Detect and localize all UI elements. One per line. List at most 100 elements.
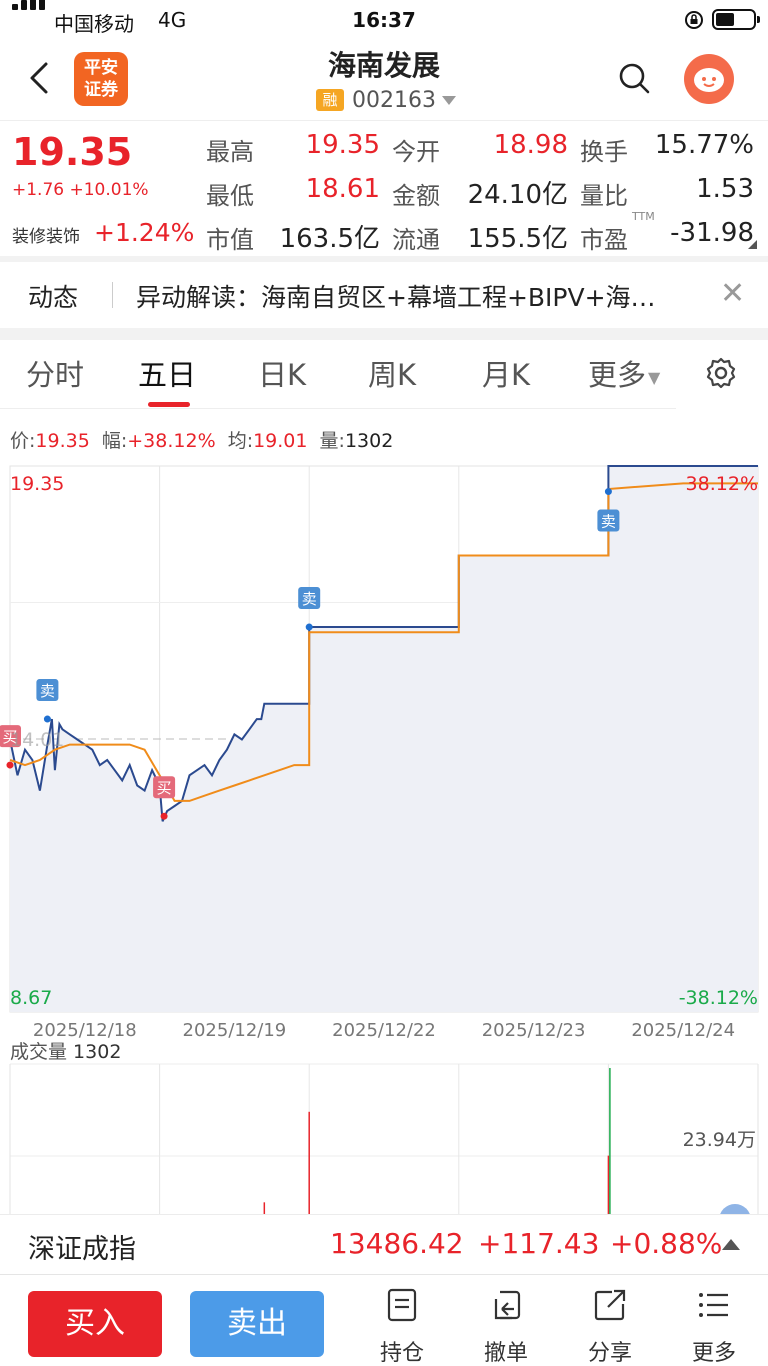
price-value: 19.35 (35, 430, 90, 452)
volume-value: 1302 (67, 1041, 121, 1063)
quote-value: 24.10亿 (467, 180, 568, 210)
chart-info-bar: 价:19.35 幅:+38.12% 均:19.01 量:1302 (10, 426, 393, 453)
tab-intraday[interactable]: 分时 (26, 352, 84, 394)
tab-daily-k[interactable]: 日K (258, 352, 306, 394)
quote-value: 18.98 (493, 130, 568, 160)
menu-icon (699, 1293, 728, 1317)
x-tick-label: 2025/12/22 (332, 1020, 436, 1041)
bottom-toolbar: 买入 卖出 持仓 撤单 分享 更多 (0, 1274, 768, 1366)
tab-more[interactable]: 更多 ▼ (588, 352, 660, 394)
share-button[interactable]: 分享 (570, 1287, 650, 1366)
sell-button[interactable]: 卖出 (190, 1291, 324, 1357)
quote-label: 今开 (392, 138, 440, 166)
dropdown-icon: ▼ (648, 367, 661, 387)
rotation-lock-icon (685, 11, 703, 29)
quote-value: 163.5亿 (279, 224, 380, 254)
quote-value: 19.35 (305, 130, 380, 160)
close-icon[interactable]: ✕ (720, 276, 745, 311)
dropdown-icon (441, 95, 456, 105)
y-min-label: 8.67 (10, 987, 52, 1009)
more-label: 更多 (691, 1341, 736, 1366)
buy-button[interactable]: 买入 (28, 1291, 162, 1357)
trade-dot (604, 488, 612, 496)
index-percent: +0.88% (610, 1227, 723, 1260)
sector-name[interactable]: 装修装饰 (12, 222, 80, 247)
chat-bot-icon (694, 68, 724, 92)
pct-max-label: 38.12% (686, 473, 758, 495)
tab-monthly-k[interactable]: 月K (482, 352, 530, 394)
pct-min-label: -38.12% (679, 987, 758, 1009)
volume-scale-label: 23.94万 (683, 1129, 756, 1151)
index-name: 深证成指 (28, 1234, 136, 1265)
stock-code-selector[interactable]: 融 002163 (316, 86, 456, 114)
quote-value: 1.53 (696, 174, 754, 204)
expand-up-icon[interactable] (722, 1239, 740, 1250)
stock-code: 002163 (352, 87, 436, 113)
quote-value: 155.5亿 (467, 224, 568, 254)
news-ticker[interactable]: 动态 异动解读：海南自贸区+幕墙工程+BIPV+海… ✕ (0, 262, 768, 328)
price-area (10, 466, 758, 1012)
document-icon (387, 1288, 417, 1322)
trade-dot (43, 715, 51, 723)
quote-label: 量比 (580, 182, 628, 210)
active-tab-indicator (148, 402, 190, 407)
holdings-label: 持仓 (379, 1341, 424, 1366)
market-index-bar[interactable]: 深证成指 13486.42 +117.43 +0.88% (0, 1214, 768, 1274)
share-icon (594, 1289, 626, 1321)
news-tag: 动态 (28, 283, 79, 312)
scroll-handle (720, 1204, 750, 1214)
quote-label: 市盈 (580, 226, 628, 254)
news-text[interactable]: 异动解读：海南自贸区+幕墙工程+BIPV+海… (136, 278, 706, 314)
x-tick-label: 2025/12/24 (631, 1020, 735, 1041)
divider (0, 120, 768, 121)
trade-dot (305, 623, 313, 631)
divider (0, 408, 676, 409)
search-icon[interactable] (618, 62, 650, 94)
avg-value: 19.01 (253, 430, 308, 452)
y-mid-label: 14.01 (10, 729, 64, 751)
quote-label: 最低 (206, 182, 254, 210)
x-tick-label: 2025/12/18 (33, 1020, 137, 1041)
share-label: 分享 (587, 1341, 632, 1366)
holdings-button[interactable]: 持仓 (362, 1287, 442, 1366)
trade-badge-label: 卖 (302, 590, 317, 608)
battery-icon (712, 9, 760, 30)
status-bar: 中国移动 4G 16:37 (0, 0, 768, 40)
range-label: 幅: (101, 430, 128, 452)
volume-title: 成交量 (10, 1041, 67, 1063)
five-day-chart[interactable]: 卖卖卖买买19.358.6714.0138.12%-38.12%2025/12/… (0, 460, 768, 1214)
volume-label: 量: (319, 430, 345, 452)
range-value: +38.12% (127, 430, 216, 452)
quote-value: 15.77% (654, 130, 754, 160)
clock: 16:37 (352, 8, 416, 32)
trade-badge-label: 买 (157, 779, 172, 797)
avg-label: 均: (227, 430, 254, 452)
trade-badge-label: 卖 (601, 513, 616, 531)
volume-value: 1302 (344, 430, 394, 452)
expand-corner-icon[interactable] (748, 240, 757, 249)
margin-badge: 融 (316, 89, 344, 111)
cancel-order-button[interactable]: 撤单 (466, 1287, 546, 1366)
price-change: +1.76 +10.01% (12, 180, 149, 200)
assistant-avatar[interactable] (684, 54, 734, 104)
index-value: 13486.42 (330, 1227, 464, 1260)
more-button[interactable]: 更多 (674, 1287, 754, 1366)
tab-weekly-k[interactable]: 周K (368, 352, 416, 394)
divider (0, 328, 768, 340)
divider (112, 282, 113, 308)
gear-icon[interactable] (704, 356, 738, 390)
x-tick-label: 2025/12/19 (183, 1020, 287, 1041)
quote-value: 18.61 (305, 174, 380, 204)
price-label: 价: (10, 430, 36, 452)
volume-label: 成交量 1302 (10, 1041, 121, 1063)
y-max-label: 19.35 (10, 473, 64, 495)
sector-change: +1.24% (94, 218, 195, 247)
quote-label: 金额 (392, 182, 440, 210)
undo-icon (494, 1290, 521, 1320)
quote-label: 市值 (206, 226, 254, 254)
trade-badge-label: 卖 (40, 682, 55, 700)
cancel-order-label: 撤单 (483, 1341, 528, 1366)
current-price: 19.35 (12, 130, 133, 174)
tab-five-day[interactable]: 五日 (138, 352, 196, 394)
x-tick-label: 2025/12/23 (482, 1020, 586, 1041)
